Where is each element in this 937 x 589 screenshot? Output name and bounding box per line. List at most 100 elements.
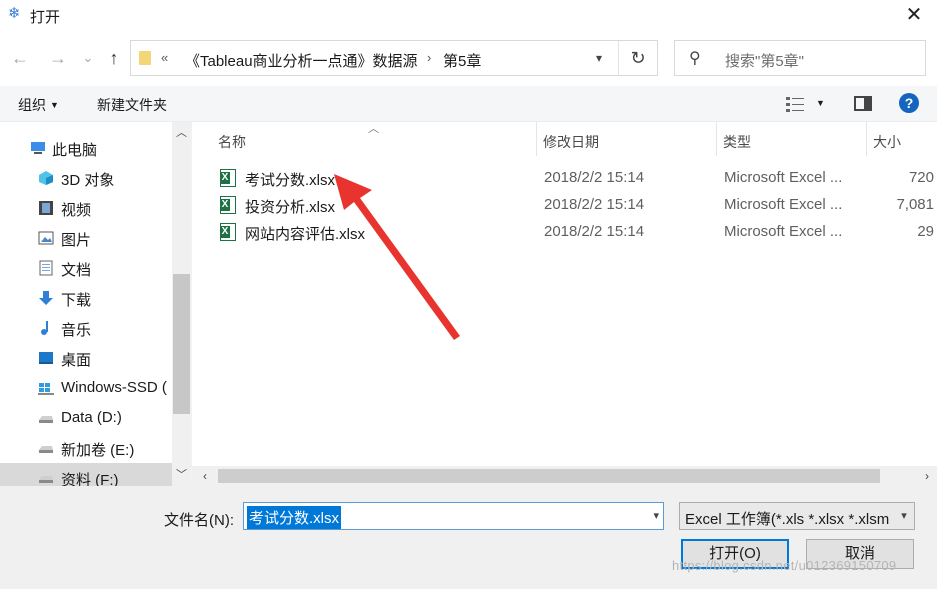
file-list: ︿ 名称 修改日期 类型 大小 考试分数.xlsx 2018/2/2 15:14…: [191, 122, 937, 486]
pictures-icon: [38, 231, 54, 245]
sidebar-item-new-volume-e[interactable]: 新加卷 (E:): [0, 433, 172, 463]
file-type: Microsoft Excel ...: [724, 223, 843, 240]
filename-dropdown-icon[interactable]: ▾: [653, 509, 659, 522]
address-dropdown-icon[interactable]: ▾: [587, 47, 611, 69]
search-placeholder: 搜索"第5章": [725, 53, 804, 70]
breadcrumb-separator-icon[interactable]: ›: [427, 50, 431, 65]
drive-icon: [39, 416, 53, 423]
view-dropdown-icon[interactable]: ▼: [816, 98, 825, 108]
sidebar-item-videos[interactable]: 视频: [0, 193, 172, 223]
3d-objects-icon: [39, 171, 53, 185]
column-header-modified[interactable]: 修改日期: [543, 122, 599, 156]
sidebar-item-music[interactable]: 音乐: [0, 313, 172, 343]
documents-icon: [39, 260, 53, 276]
sidebar-item-label: 桌面: [61, 352, 92, 369]
filetype-dropdown-icon[interactable]: ▾: [894, 503, 914, 529]
folder-icon: [139, 51, 151, 65]
new-folder-button[interactable]: 新建文件夹: [97, 95, 167, 115]
file-size: 7,081: [896, 196, 934, 213]
address-bar[interactable]: « 《Tableau商业分析一点通》数据源 › 第5章 ▾ ↻: [130, 40, 658, 76]
column-divider[interactable]: [536, 122, 537, 156]
recent-locations-chevron-icon[interactable]: ⌄: [76, 46, 100, 70]
sidebar-item-windows-ssd[interactable]: Windows-SSD (: [0, 373, 172, 403]
forward-arrow-icon[interactable]: →: [46, 46, 70, 70]
scroll-right-icon[interactable]: ›: [918, 467, 936, 485]
column-header-name[interactable]: 名称: [218, 122, 246, 156]
snowflake-app-icon: ❄: [8, 5, 21, 22]
sidebar-item-label: Data (D:): [61, 409, 122, 426]
sidebar-item-pictures[interactable]: 图片: [0, 223, 172, 253]
scroll-up-icon[interactable]: ︿: [172, 124, 191, 142]
organize-label: 组织: [18, 97, 46, 113]
filename-input[interactable]: 考试分数.xlsx ▾: [243, 502, 664, 530]
sidebar-item-data-d[interactable]: Data (D:): [0, 403, 172, 433]
window-title: 打开: [30, 9, 61, 26]
annotation-arrow-icon: [334, 174, 460, 340]
sidebar-item-documents[interactable]: 文档: [0, 253, 172, 283]
sidebar-scroll-thumb[interactable]: [173, 274, 190, 414]
scroll-down-icon[interactable]: ﹀: [172, 466, 191, 484]
music-icon: [41, 321, 48, 335]
column-divider[interactable]: [716, 122, 717, 156]
sidebar-scrollbar[interactable]: ︿ ﹀: [172, 122, 191, 486]
navigation-pane: 此电脑 3D 对象 视频 图片 文档 下载 音乐 桌面 Windows-SSD …: [0, 122, 191, 486]
sidebar-item-label: 新加卷 (E:): [61, 442, 135, 459]
sidebar-item-label: 视频: [61, 202, 92, 219]
desktop-icon: [39, 352, 53, 364]
overflow-chevron-icon[interactable]: «: [161, 50, 168, 65]
file-modified: 2018/2/2 15:14: [544, 223, 645, 240]
filename-selected-text[interactable]: 考试分数.xlsx: [247, 506, 342, 529]
sidebar-item-label: 文档: [61, 262, 92, 279]
breadcrumb-segment[interactable]: 第5章: [443, 50, 481, 71]
download-icon: [39, 291, 53, 305]
filename-label: 文件名(N):: [164, 512, 234, 529]
horizontal-scrollbar[interactable]: ‹ ›: [192, 466, 937, 486]
view-options-icon[interactable]: [786, 96, 804, 112]
up-arrow-icon[interactable]: ↑: [102, 46, 126, 70]
navigation-bar: ← → ⌄ ↑ « 《Tableau商业分析一点通》数据源 › 第5章 ▾ ↻ …: [0, 36, 937, 80]
breadcrumb-segment[interactable]: 《Tableau商业分析一点通》数据源: [185, 50, 418, 71]
excel-file-icon: [220, 196, 236, 214]
organize-dropdown-icon: ▼: [50, 100, 59, 110]
excel-file-icon: [220, 223, 236, 241]
scroll-left-icon[interactable]: ‹: [196, 467, 214, 485]
windows-drive-icon: [38, 383, 54, 395]
refresh-icon[interactable]: ↻: [619, 41, 657, 75]
back-arrow-icon[interactable]: ←: [8, 46, 32, 70]
column-header-type[interactable]: 类型: [723, 122, 751, 156]
organize-button[interactable]: 组织 ▼: [18, 95, 59, 115]
file-modified: 2018/2/2 15:14: [544, 196, 645, 213]
sidebar-item-desktop[interactable]: 桌面: [0, 343, 172, 373]
horizontal-scroll-thumb[interactable]: [218, 469, 880, 483]
file-size: 29: [917, 223, 934, 240]
drive-icon: [39, 446, 53, 453]
sidebar-item-label: 3D 对象: [61, 172, 115, 189]
drive-icon: [39, 476, 53, 483]
filetype-value: Excel 工作簿(*.xls *.xlsx *.xlsm: [685, 511, 890, 528]
file-type: Microsoft Excel ...: [724, 196, 843, 213]
file-modified: 2018/2/2 15:14: [544, 169, 645, 186]
sidebar-item-this-pc[interactable]: 此电脑: [0, 133, 172, 163]
sidebar-item-label: 图片: [61, 232, 92, 249]
computer-icon: [31, 142, 45, 154]
sidebar-item-downloads[interactable]: 下载: [0, 283, 172, 313]
help-icon[interactable]: ?: [899, 93, 919, 113]
watermark: https://blog.csdn.net/u012369150709: [672, 558, 897, 573]
sidebar-item-materials-f[interactable]: 资料 (F:): [0, 463, 172, 486]
sidebar-item-label: 下载: [61, 292, 92, 309]
sidebar-item-label: 此电脑: [52, 142, 98, 159]
search-input[interactable]: ⚲ 搜索"第5章": [674, 40, 926, 76]
close-button[interactable]: ✕: [891, 0, 937, 30]
sidebar-item-label: 音乐: [61, 322, 92, 339]
filetype-select[interactable]: Excel 工作簿(*.xls *.xlsx *.xlsm ▾: [679, 502, 915, 530]
sidebar-item-label: Windows-SSD (: [61, 379, 167, 396]
column-header-size[interactable]: 大小: [873, 122, 901, 156]
sidebar-item-3d-objects[interactable]: 3D 对象: [0, 163, 172, 193]
search-icon: ⚲: [689, 50, 701, 67]
excel-file-icon: [220, 169, 236, 187]
sort-ascending-icon: ︿: [368, 123, 379, 135]
command-toolbar: 组织 ▼ 新建文件夹 ▼ ?: [0, 86, 937, 122]
column-divider[interactable]: [866, 122, 867, 156]
dialog-footer: 文件名(N): 考试分数.xlsx ▾ Excel 工作簿(*.xls *.xl…: [0, 486, 937, 589]
preview-pane-icon[interactable]: [854, 96, 872, 111]
